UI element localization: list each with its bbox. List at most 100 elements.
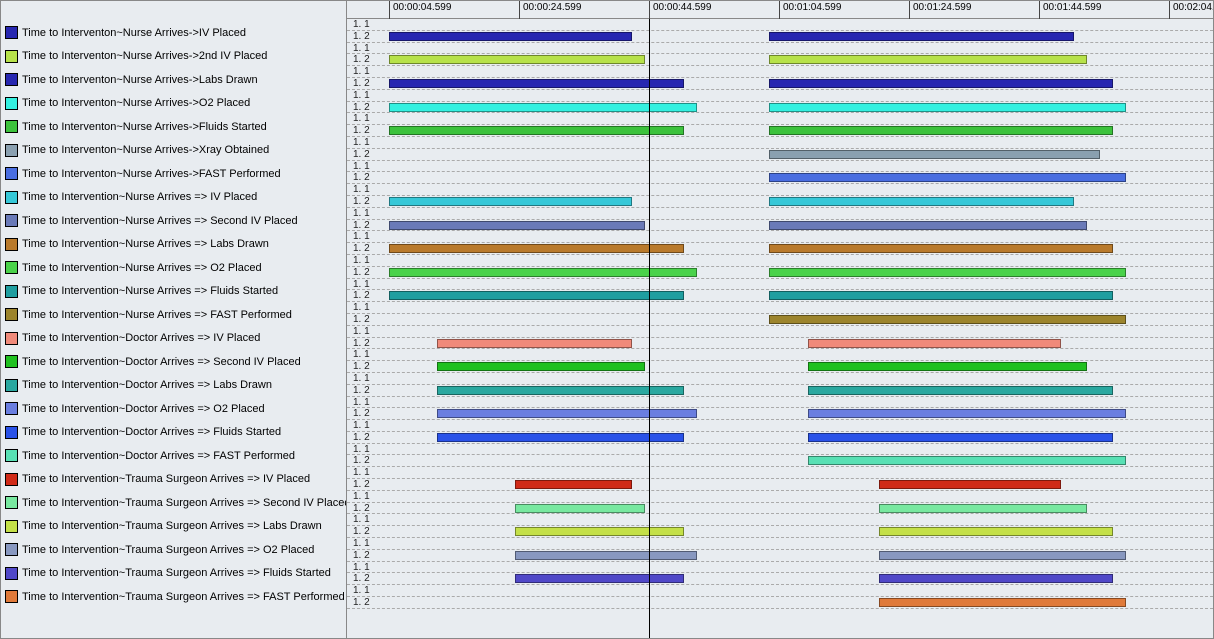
timeline-lane[interactable]: 1. 1 (347, 19, 1213, 31)
timeline-chart[interactable]: 00:00:04.59900:00:24.59900:00:44.59900:0… (347, 1, 1213, 638)
interval-bar[interactable] (389, 32, 632, 41)
interval-bar[interactable] (808, 339, 1062, 348)
timeline-lane[interactable]: 1. 1 (347, 326, 1213, 338)
timeline-lane[interactable]: 1. 2 (347, 314, 1213, 326)
timeline-lane[interactable]: 1. 1 (347, 444, 1213, 456)
legend-item[interactable]: Time to Interventon~Nurse Arrives->2nd I… (1, 45, 346, 69)
timeline-lane[interactable]: 1. 2 (347, 432, 1213, 444)
timeline-lane[interactable]: 1. 1 (347, 161, 1213, 173)
interval-bar[interactable] (515, 574, 684, 583)
interval-bar[interactable] (808, 456, 1127, 465)
legend-item[interactable]: Time to Interventon~Nurse Arrives->Labs … (1, 68, 346, 92)
legend-item[interactable]: Time to Intervention~Doctor Arrives => I… (1, 327, 346, 351)
interval-bar[interactable] (515, 527, 684, 536)
timeline-lane[interactable]: 1. 2 (347, 361, 1213, 373)
timeline-lane[interactable]: 1. 1 (347, 397, 1213, 409)
interval-bar[interactable] (769, 268, 1127, 277)
timeline-lane[interactable]: 1. 1 (347, 349, 1213, 361)
interval-bar[interactable] (389, 126, 684, 135)
timeline-lane[interactable]: 1. 1 (347, 491, 1213, 503)
timeline-lane[interactable]: 1. 2 (347, 149, 1213, 161)
interval-bar[interactable] (769, 103, 1127, 112)
interval-bar[interactable] (769, 32, 1075, 41)
interval-bar[interactable] (389, 55, 645, 64)
timeline-lane[interactable]: 1. 1 (347, 43, 1213, 55)
interval-bar[interactable] (515, 480, 632, 489)
legend-item[interactable]: Time to Intervention~Trauma Surgeon Arri… (1, 538, 346, 562)
timeline-lane[interactable]: 1. 1 (347, 467, 1213, 479)
timeline-lane[interactable]: 1. 2 (347, 526, 1213, 538)
timeline-lane[interactable]: 1. 1 (347, 255, 1213, 267)
interval-bar[interactable] (389, 197, 632, 206)
interval-bar[interactable] (769, 55, 1088, 64)
timeline-lane[interactable]: 1. 2 (347, 573, 1213, 585)
interval-bar[interactable] (389, 221, 645, 230)
timeline-lane[interactable]: 1. 2 (347, 220, 1213, 232)
legend-item[interactable]: Time to Intervention~Trauma Surgeon Arri… (1, 562, 346, 586)
timeline-lane[interactable]: 1. 2 (347, 243, 1213, 255)
legend-item[interactable]: Time to Intervention~Doctor Arrives => L… (1, 374, 346, 398)
timeline-lane[interactable]: 1. 2 (347, 54, 1213, 66)
legend-item[interactable]: Time to Intervention~Nurse Arrives => IV… (1, 186, 346, 210)
timeline-lane[interactable]: 1. 1 (347, 231, 1213, 243)
legend-item[interactable]: Time to Intervention~Doctor Arrives => S… (1, 350, 346, 374)
interval-bar[interactable] (879, 551, 1126, 560)
timeline-lane[interactable]: 1. 1 (347, 113, 1213, 125)
interval-bar[interactable] (515, 504, 645, 513)
legend-item[interactable]: Time to Intervention~Nurse Arrives => La… (1, 233, 346, 257)
timeline-lane[interactable]: 1. 2 (347, 78, 1213, 90)
legend-item[interactable]: Time to Intervention~Nurse Arrives => Se… (1, 209, 346, 233)
timeline-lane[interactable]: 1. 1 (347, 562, 1213, 574)
timeline-lane[interactable]: 1. 2 (347, 455, 1213, 467)
legend-item[interactable]: Time to Intervention~Trauma Surgeon Arri… (1, 585, 346, 609)
interval-bar[interactable] (437, 409, 697, 418)
playhead-line[interactable] (649, 1, 650, 638)
timeline-rows[interactable]: 1. 11. 21. 11. 21. 11. 21. 11. 21. 11. 2… (347, 19, 1213, 638)
interval-bar[interactable] (879, 527, 1113, 536)
timeline-lane[interactable]: 1. 1 (347, 208, 1213, 220)
interval-bar[interactable] (879, 574, 1113, 583)
legend-item[interactable]: Time to Interventon~Nurse Arrives->Xray … (1, 139, 346, 163)
interval-bar[interactable] (389, 291, 684, 300)
interval-bar[interactable] (515, 551, 697, 560)
timeline-lane[interactable]: 1. 1 (347, 66, 1213, 78)
timeline-lane[interactable]: 1. 1 (347, 302, 1213, 314)
interval-bar[interactable] (879, 598, 1126, 607)
interval-bar[interactable] (389, 268, 697, 277)
legend-item[interactable]: Time to Intervention~Trauma Surgeon Arri… (1, 515, 346, 539)
timeline-lane[interactable]: 1. 1 (347, 420, 1213, 432)
legend-item[interactable]: Time to Interventon~Nurse Arrives->IV Pl… (1, 21, 346, 45)
timeline-lane[interactable]: 1. 2 (347, 267, 1213, 279)
legend-item[interactable]: Time to Interventon~Nurse Arrives->FAST … (1, 162, 346, 186)
interval-bar[interactable] (389, 103, 697, 112)
interval-bar[interactable] (437, 433, 684, 442)
timeline-lane[interactable]: 1. 1 (347, 373, 1213, 385)
interval-bar[interactable] (808, 362, 1088, 371)
timeline-lane[interactable]: 1. 2 (347, 125, 1213, 137)
interval-bar[interactable] (769, 79, 1114, 88)
timeline-lane[interactable]: 1. 1 (347, 184, 1213, 196)
interval-bar[interactable] (879, 480, 1061, 489)
legend-item[interactable]: Time to Intervention~Nurse Arrives => O2… (1, 256, 346, 280)
timeline-lane[interactable]: 1. 2 (347, 290, 1213, 302)
timeline-lane[interactable]: 1. 2 (347, 479, 1213, 491)
interval-bar[interactable] (769, 221, 1088, 230)
legend-item[interactable]: Time to Interventon~Nurse Arrives->Fluid… (1, 115, 346, 139)
interval-bar[interactable] (808, 433, 1114, 442)
time-ruler[interactable]: 00:00:04.59900:00:24.59900:00:44.59900:0… (347, 1, 1213, 19)
interval-bar[interactable] (769, 150, 1101, 159)
timeline-lane[interactable]: 1. 1 (347, 90, 1213, 102)
interval-bar[interactable] (808, 386, 1114, 395)
timeline-lane[interactable]: 1. 1 (347, 585, 1213, 597)
interval-bar[interactable] (769, 197, 1075, 206)
interval-bar[interactable] (389, 79, 684, 88)
timeline-lane[interactable]: 1. 2 (347, 503, 1213, 515)
timeline-lane[interactable]: 1. 2 (347, 338, 1213, 350)
legend-item[interactable]: Time to Intervention~Trauma Surgeon Arri… (1, 491, 346, 515)
interval-bar[interactable] (808, 409, 1127, 418)
interval-bar[interactable] (437, 362, 645, 371)
interval-bar[interactable] (437, 339, 632, 348)
timeline-lane[interactable]: 1. 1 (347, 538, 1213, 550)
timeline-lane[interactable]: 1. 1 (347, 514, 1213, 526)
timeline-lane[interactable]: 1. 2 (347, 102, 1213, 114)
